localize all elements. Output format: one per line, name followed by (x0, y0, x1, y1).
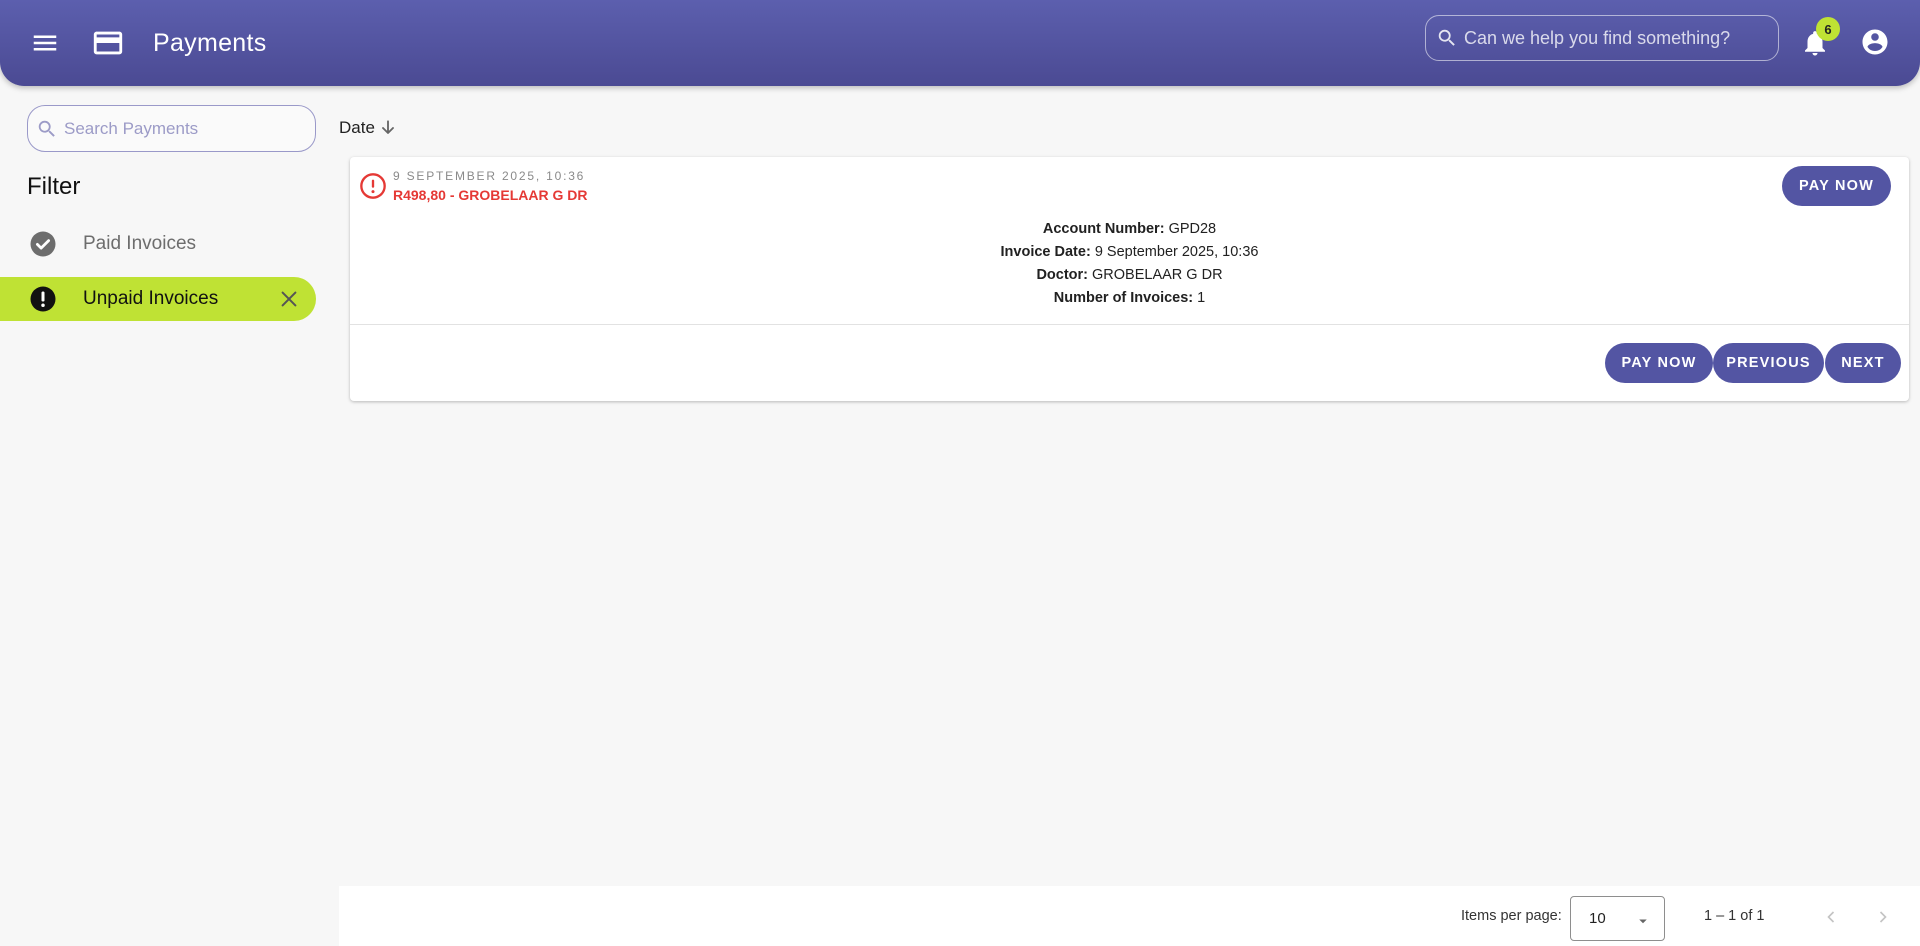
detail-invoice-date: Invoice Date: 9 September 2025, 10:36 (1000, 244, 1259, 260)
filter-heading: Filter (27, 173, 81, 200)
chevron-left-icon[interactable] (1821, 907, 1841, 927)
payments-search[interactable] (27, 105, 316, 152)
search-icon (1438, 29, 1455, 46)
sort-by-date[interactable]: Date (339, 118, 398, 138)
pay-now-footer-button[interactable]: PAY NOW (1605, 343, 1713, 383)
credit-card-icon (93, 31, 123, 55)
app-header: Payments 6 (0, 0, 1920, 86)
account-circle-icon[interactable] (1860, 27, 1890, 57)
previous-button[interactable]: PREVIOUS (1713, 343, 1824, 383)
global-search[interactable] (1425, 15, 1779, 61)
check-circle-icon (30, 231, 56, 257)
invoice-details: Account Number: GPD28 Invoice Date: 9 Se… (350, 218, 1909, 310)
filter-unpaid-invoices[interactable]: Unpaid Invoices (0, 277, 316, 321)
paginator: Items per page: 10 1 – 1 of 1 (339, 886, 1920, 946)
invoice-date-header: 9 SEPTEMBER 2025, 10:36 (393, 169, 586, 183)
search-icon (38, 120, 55, 137)
chevron-right-icon[interactable] (1873, 907, 1893, 927)
payments-search-input[interactable] (64, 118, 304, 139)
page-title: Payments (153, 29, 267, 57)
error-circle-icon (30, 286, 56, 312)
dropdown-arrow-icon (1639, 919, 1647, 924)
items-per-page-value: 10 (1589, 910, 1606, 927)
items-per-page-select[interactable]: 10 (1570, 896, 1665, 941)
next-button[interactable]: NEXT (1825, 343, 1901, 383)
card-divider (350, 324, 1909, 325)
page-range-label: 1 – 1 of 1 (1704, 908, 1765, 924)
invoice-card: 9 SEPTEMBER 2025, 10:36 R498,80 - GROBEL… (350, 157, 1909, 401)
items-per-page-label: Items per page: (1461, 908, 1562, 924)
invoice-amount: R498,80 - GROBELAAR G DR (393, 187, 588, 203)
menu-icon[interactable] (30, 28, 60, 58)
sort-label: Date (339, 118, 375, 137)
notification-badge: 6 (1816, 17, 1840, 41)
arrow-down-icon (382, 120, 394, 134)
detail-doctor: Doctor: GROBELAAR G DR (1036, 267, 1223, 283)
close-icon[interactable] (278, 288, 300, 310)
filter-paid-label: Paid Invoices (83, 233, 197, 254)
global-search-input[interactable] (1464, 27, 1754, 49)
filter-paid-invoices[interactable]: Paid Invoices (0, 222, 316, 266)
filter-unpaid-label: Unpaid Invoices (83, 288, 219, 309)
detail-number-of-invoices: Number of Invoices: 1 (1053, 290, 1206, 306)
detail-account-number: Account Number: GPD28 (1042, 221, 1217, 237)
pay-now-button[interactable]: PAY NOW (1782, 166, 1891, 206)
alert-circle-icon (360, 173, 386, 199)
